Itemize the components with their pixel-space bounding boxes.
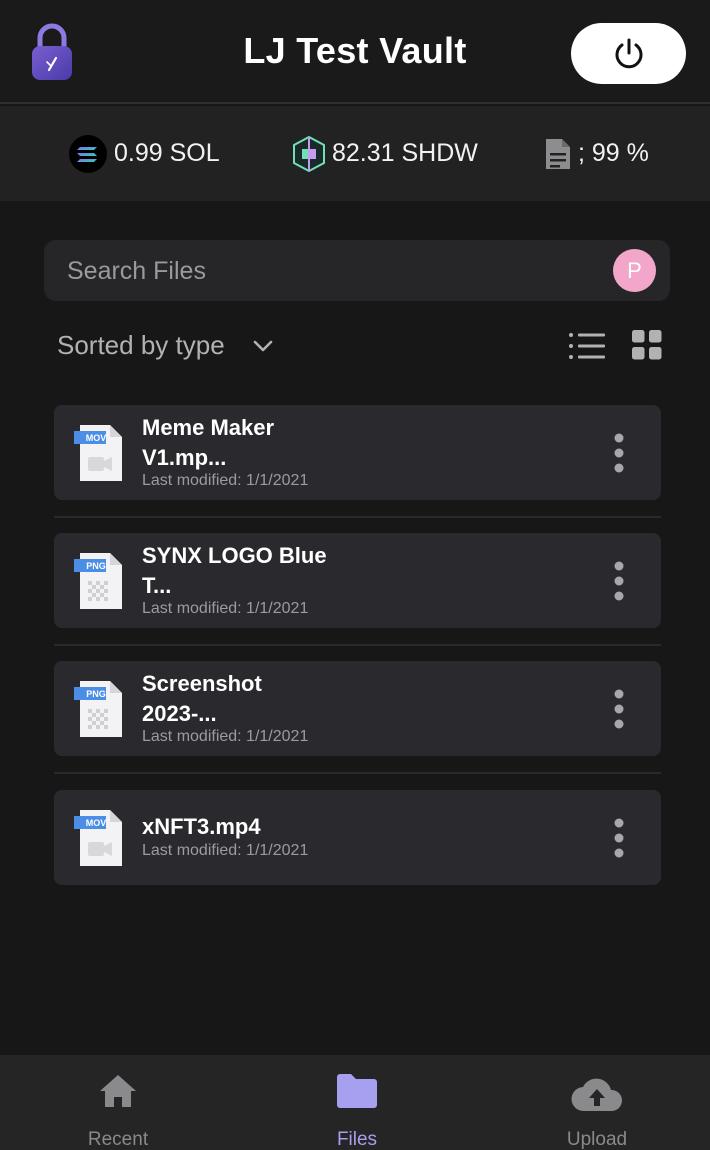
file-name-line2: T... bbox=[142, 573, 172, 598]
file-name-line1: SYNX LOGO Blue bbox=[142, 543, 327, 568]
file-type-badge: PNG bbox=[86, 561, 106, 571]
nav-item-upload[interactable]: Upload bbox=[527, 1055, 667, 1150]
grid-view-icon[interactable] bbox=[632, 330, 662, 360]
file-name-line1: Meme Maker bbox=[142, 415, 275, 440]
app-header: LJ Test Vault bbox=[0, 0, 710, 104]
video-file-icon bbox=[74, 810, 122, 866]
file-type-badge: MOV bbox=[85, 818, 107, 828]
avatar[interactable]: P bbox=[613, 249, 656, 292]
file-name: xNFT3.mp4 bbox=[142, 812, 382, 842]
storage-usage: ; 99 % bbox=[544, 106, 649, 201]
document-icon bbox=[546, 138, 570, 169]
image-file-icon bbox=[74, 553, 122, 609]
search-input[interactable]: Search Files P bbox=[44, 240, 670, 301]
file-name-line1: xNFT3.mp4 bbox=[142, 814, 261, 839]
file-type-badge: PNG bbox=[86, 689, 106, 699]
more-options-icon[interactable] bbox=[611, 689, 627, 729]
home-icon bbox=[100, 1075, 136, 1107]
file-name: SYNX LOGO Blue T... bbox=[142, 541, 382, 601]
file-item[interactable]: MOV Meme Maker V1.mp... Last modified: 1… bbox=[54, 405, 661, 500]
solana-icon bbox=[69, 134, 107, 173]
file-item[interactable]: MOV xNFT3.mp4 Last modified: 1/1/2021 bbox=[54, 790, 661, 885]
divider bbox=[54, 516, 661, 518]
shdw-value: 82.31 SHDW bbox=[332, 139, 478, 167]
nav-label-upload: Upload bbox=[566, 1129, 628, 1150]
file-modified: Last modified: 1/1/2021 bbox=[142, 472, 309, 489]
more-options-icon[interactable] bbox=[611, 433, 627, 473]
file-type-badge: MOV bbox=[85, 433, 107, 443]
storage-value: ; 99 % bbox=[578, 139, 649, 167]
list-view-icon[interactable] bbox=[568, 330, 606, 362]
sol-balance: 0.99 SOL bbox=[68, 106, 220, 201]
file-name-line2: 2023-... bbox=[142, 701, 217, 726]
divider bbox=[54, 772, 661, 774]
sol-value: 0.99 SOL bbox=[114, 139, 220, 167]
sort-label: Sorted by type bbox=[57, 330, 225, 360]
power-icon bbox=[615, 38, 642, 68]
file-name: Meme Maker V1.mp... bbox=[142, 413, 382, 473]
file-name-line1: Screenshot bbox=[142, 671, 262, 696]
search-placeholder: Search Files bbox=[67, 257, 206, 285]
file-name: Screenshot 2023-... bbox=[142, 669, 382, 729]
file-modified: Last modified: 1/1/2021 bbox=[142, 600, 309, 617]
nav-item-files[interactable]: Files bbox=[287, 1055, 427, 1150]
file-modified: Last modified: 1/1/2021 bbox=[142, 728, 309, 745]
video-file-icon bbox=[74, 425, 122, 481]
file-name-line2: V1.mp... bbox=[142, 445, 227, 470]
file-item[interactable]: PNG Screenshot 2023-... Last modified: 1… bbox=[54, 661, 661, 756]
sort-dropdown[interactable]: Sorted by type bbox=[57, 330, 273, 361]
cloud-upload-icon bbox=[571, 1078, 623, 1112]
bottom-nav: Recent Files Upload bbox=[0, 1055, 710, 1150]
chevron-down-icon bbox=[253, 340, 272, 351]
shdw-balance: 82.31 SHDW bbox=[292, 106, 478, 201]
divider bbox=[54, 644, 661, 646]
more-options-icon[interactable] bbox=[611, 818, 627, 858]
shdw-icon bbox=[293, 135, 325, 172]
image-file-icon bbox=[74, 681, 122, 737]
more-options-icon[interactable] bbox=[611, 561, 627, 601]
nav-label-recent: Recent bbox=[87, 1129, 149, 1150]
nav-item-recent[interactable]: Recent bbox=[48, 1055, 188, 1150]
file-modified: Last modified: 1/1/2021 bbox=[142, 842, 309, 859]
file-item[interactable]: PNG SYNX LOGO Blue T... Last modified: 1… bbox=[54, 533, 661, 628]
power-button[interactable] bbox=[571, 23, 686, 84]
nav-label-files: Files bbox=[336, 1129, 378, 1150]
balance-bar: 0.99 SOL 82.31 SHDW ; 99 % bbox=[0, 106, 710, 201]
folder-icon bbox=[337, 1074, 377, 1108]
